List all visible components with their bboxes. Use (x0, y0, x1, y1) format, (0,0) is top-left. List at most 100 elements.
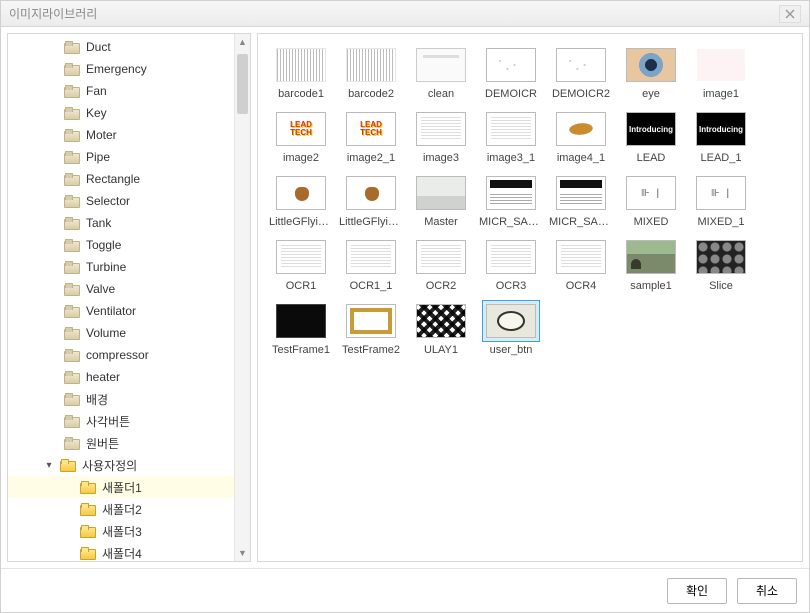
thumbnail-item[interactable]: image3_1 (478, 106, 544, 166)
tree-scrollbar[interactable]: ▲ ▼ (234, 34, 250, 561)
scroll-thumb[interactable] (237, 54, 248, 114)
thumbnail-label: MICR_SAMPLE2 (549, 216, 613, 228)
tree-item-child[interactable]: 새폴더4 (8, 542, 234, 561)
tree-item[interactable]: 배경 (8, 388, 234, 410)
thumbnail-item[interactable]: ULAY1 (408, 298, 474, 358)
tree-item[interactable]: Pipe (8, 146, 234, 168)
thumbnail-item[interactable]: DEMOICR (478, 42, 544, 102)
tree-item[interactable]: Ventilator (8, 300, 234, 322)
tree-item-child[interactable]: 새폴더2 (8, 498, 234, 520)
thumbnail-image (556, 48, 606, 82)
tree-item[interactable]: Valve (8, 278, 234, 300)
thumbnail-item[interactable]: OCR3 (478, 234, 544, 294)
thumbnail-item[interactable]: DEMOICR2 (548, 42, 614, 102)
tree-item-child[interactable]: 새폴더3 (8, 520, 234, 542)
tree-item-custom[interactable]: ▾사용자정의 (8, 454, 234, 476)
thumbnail-item[interactable]: barcode2 (338, 42, 404, 102)
thumbnail-item[interactable]: LEAD TECHimage2_1 (338, 106, 404, 166)
thumbnail-box (272, 236, 330, 278)
scroll-down-icon[interactable]: ▼ (235, 545, 250, 561)
tree-item-child[interactable]: 새폴더1 (8, 476, 234, 498)
thumbnail-box (482, 44, 540, 86)
thumbnail-item[interactable]: MIXED (618, 170, 684, 230)
thumbnail-label: TestFrame1 (272, 344, 330, 356)
window-title: 이미지라이브러리 (9, 5, 97, 22)
thumbnail-box (412, 44, 470, 86)
thumbnail-label: image1 (703, 88, 739, 100)
folder-open-icon (60, 459, 76, 472)
tree-item-label: Selector (86, 194, 130, 208)
thumbnail-item[interactable]: OCR1 (268, 234, 334, 294)
thumbnail-item[interactable]: MICR_SAMPLE2 (548, 170, 614, 230)
thumbnail-image (626, 240, 676, 274)
thumbnail-label: LEAD_1 (701, 152, 742, 164)
thumbnail-item[interactable]: Master (408, 170, 474, 230)
tree-item[interactable]: heater (8, 366, 234, 388)
thumbnail-image (486, 112, 536, 146)
thumbnail-item[interactable]: IntroducingLEAD (618, 106, 684, 166)
tree-item[interactable]: Toggle (8, 234, 234, 256)
folder-icon (64, 283, 80, 296)
thumbnail-item[interactable]: MIXED_1 (688, 170, 754, 230)
cancel-button[interactable]: 취소 (737, 578, 797, 604)
thumbnail-box (412, 108, 470, 150)
thumbnail-item[interactable]: LittleGFlyingAlpha (268, 170, 334, 230)
content-panel: barcode1barcode2cleanDEMOICRDEMOICR2eyei… (257, 33, 803, 562)
thumbnail-item[interactable]: TestFrame2 (338, 298, 404, 358)
tree-item[interactable]: compressor (8, 344, 234, 366)
tree-item-label: 새폴더1 (102, 479, 142, 496)
ok-button[interactable]: 확인 (667, 578, 727, 604)
thumbnail-item[interactable]: LittleGFlyingAlpha2 (338, 170, 404, 230)
thumbnail-item[interactable]: image1 (688, 42, 754, 102)
tree-item[interactable]: Rectangle (8, 168, 234, 190)
thumbnail-item[interactable]: user_btn (478, 298, 544, 358)
thumbnail-image (486, 48, 536, 82)
thumbnail-item[interactable]: TestFrame1 (268, 298, 334, 358)
tree-item[interactable]: 원버튼 (8, 432, 234, 454)
expander-icon[interactable]: ▾ (44, 460, 54, 471)
thumbnail-image (696, 48, 746, 82)
thumbnail-item[interactable]: image4_1 (548, 106, 614, 166)
tree-scroll[interactable]: DuctEmergencyFanKeyMoterPipeRectangle Sel… (8, 34, 234, 561)
thumbnail-image: Introducing (626, 112, 676, 146)
thumbnail-image (346, 240, 396, 274)
thumbnail-image (346, 176, 396, 210)
tree-item[interactable]: Key (8, 102, 234, 124)
thumbnail-item[interactable]: barcode1 (268, 42, 334, 102)
tree-item[interactable]: Volume (8, 322, 234, 344)
thumbnail-item[interactable]: OCR1_1 (338, 234, 404, 294)
thumbnail-image (416, 48, 466, 82)
tree-item-label: 배경 (86, 391, 108, 408)
tree-item[interactable]: Selector (8, 190, 234, 212)
close-button[interactable] (779, 5, 801, 23)
tree-item[interactable]: Duct (8, 36, 234, 58)
close-icon (785, 9, 795, 19)
tree-item[interactable]: 사각버튼 (8, 410, 234, 432)
thumbnail-item[interactable]: image3 (408, 106, 474, 166)
thumbnail-box (482, 108, 540, 150)
thumbnail-box: LEAD TECH (272, 108, 330, 150)
tree-item[interactable]: Turbine (8, 256, 234, 278)
thumbnail-image (486, 304, 536, 338)
tree-item[interactable]: Emergency (8, 58, 234, 80)
thumbnail-item[interactable]: OCR4 (548, 234, 614, 294)
tree-item-label: Tank (86, 216, 111, 230)
thumbnail-item[interactable]: Introducing LEAD_1 (688, 106, 754, 166)
thumbnail-item[interactable]: LEAD TECHimage2 (268, 106, 334, 166)
thumbnail-label: MIXED (634, 216, 669, 228)
thumbnail-item[interactable]: sample1 (618, 234, 684, 294)
thumbnail-item[interactable]: eye (618, 42, 684, 102)
thumbnail-box: Introducing (692, 108, 750, 150)
thumbnail-item[interactable]: MICR_SAMPLE (478, 170, 544, 230)
tree-item[interactable]: Fan (8, 80, 234, 102)
thumbnail-item[interactable]: Slice (688, 234, 754, 294)
tree-item[interactable]: Tank (8, 212, 234, 234)
thumbnail-item[interactable]: OCR2 (408, 234, 474, 294)
tree-item[interactable]: Moter (8, 124, 234, 146)
thumbnail-label: OCR1_1 (350, 280, 393, 292)
thumbnail-box (272, 172, 330, 214)
thumbnail-label: Master (424, 216, 458, 228)
tree-item-label: 원버튼 (86, 435, 119, 452)
thumbnail-item[interactable]: clean (408, 42, 474, 102)
scroll-up-icon[interactable]: ▲ (235, 34, 250, 50)
